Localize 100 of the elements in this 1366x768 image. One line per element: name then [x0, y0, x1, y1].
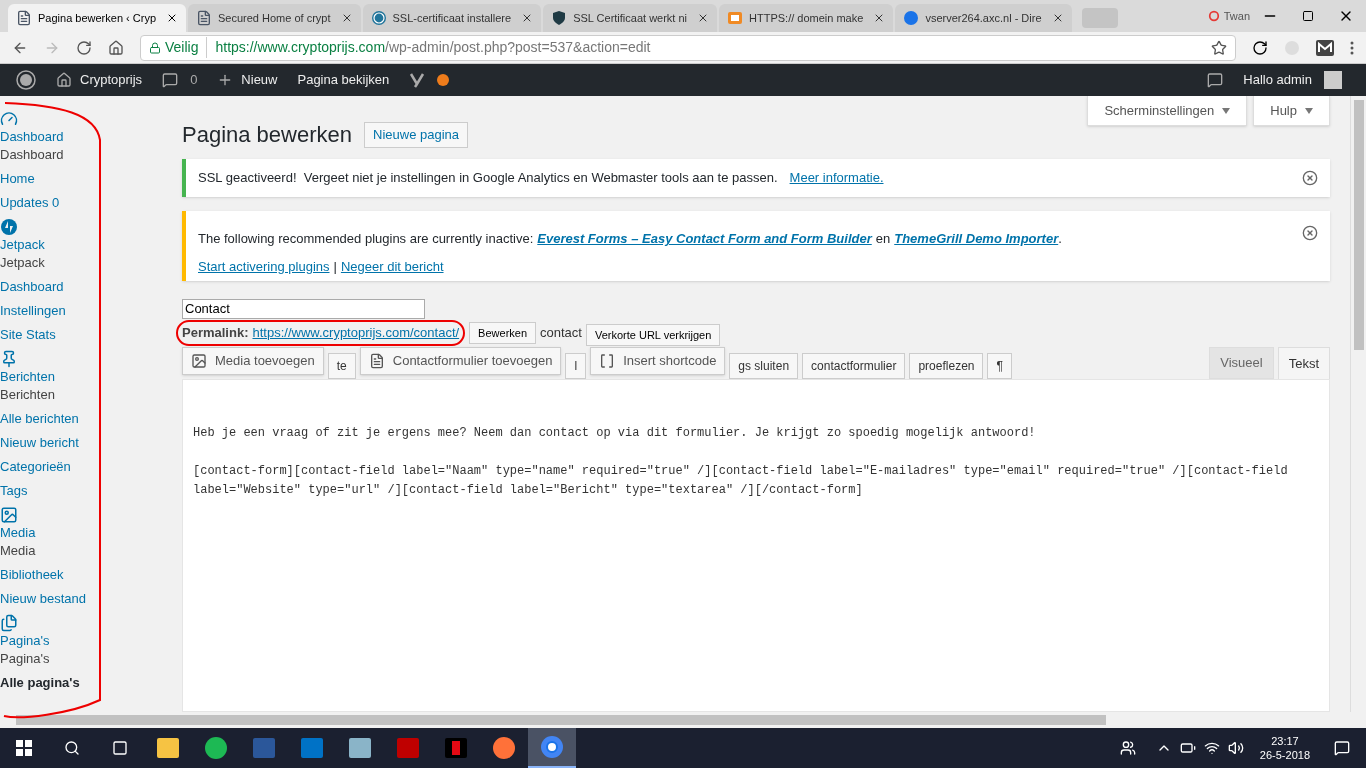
plugin-link[interactable]: ThemeGrill Demo Importer [894, 229, 1059, 249]
caret-icon [1305, 107, 1313, 114]
submenu-item[interactable]: Updates 0 [0, 194, 60, 212]
home-icon[interactable] [108, 39, 124, 56]
media-button[interactable]: Insert shortcode [590, 347, 726, 375]
menu-item[interactable]: Berichten [0, 368, 55, 386]
windows-icon[interactable] [16, 740, 32, 756]
submenu-item[interactable]: Instellingen [0, 302, 66, 320]
menu-item[interactable]: Pagina's [0, 632, 50, 650]
submenu-heading: Jetpack [0, 254, 45, 272]
lock-icon [149, 41, 161, 54]
tab-title: SSL-certificaat installere [392, 10, 512, 26]
browser-tab[interactable]: HTTPS:// domein make [719, 4, 894, 32]
people-icon[interactable] [1119, 740, 1136, 756]
submenu-item[interactable]: Alle pagina's [0, 674, 80, 692]
maximize-icon[interactable] [1302, 10, 1314, 22]
secure-label: Veilig [165, 37, 208, 58]
plugin-link[interactable]: Everest Forms – Easy Contact Form and Form Builder [537, 229, 872, 249]
view-page-link[interactable]: Pagina bekijken [297, 70, 390, 90]
notification-icon[interactable] [1207, 72, 1224, 88]
media-button[interactable]: Contactformulier toevoegen [359, 347, 562, 375]
submenu-item[interactable]: Categorieën [0, 458, 71, 476]
submenu-item[interactable]: Home [0, 170, 35, 188]
brackets-icon [599, 353, 616, 369]
sync-icon[interactable] [1252, 39, 1268, 56]
tab-title: SSL Certificaat werkt ni [573, 10, 688, 26]
separator: | [333, 257, 337, 276]
shortlink-button[interactable]: Verkorte URL verkrijgen [585, 324, 721, 346]
url-text: https://www.cryptoprijs.com/wp-admin/post.php?post=537&action=edit [214, 38, 651, 57]
wordpress-icon[interactable] [16, 70, 36, 90]
add-new-button[interactable]: Nieuwe pagina [364, 121, 469, 148]
site-link[interactable]: Cryptoprijs [80, 70, 143, 90]
close-icon[interactable] [166, 12, 178, 24]
submenu-item[interactable]: Alle berichten [0, 410, 79, 428]
submenu-item[interactable]: Bibliotheek [0, 566, 64, 584]
browser-tab[interactable]: SSL-certificaat installere [362, 4, 542, 32]
notice-link[interactable]: Meer informatie. [789, 168, 884, 188]
vertical-scrollbar[interactable] [1350, 96, 1366, 712]
quicktag-button[interactable]: contactformulier [802, 353, 906, 379]
browser-tab[interactable]: vserver264.axc.nl - Dire [895, 4, 1072, 32]
submenu-heading: Berichten [0, 386, 55, 404]
pages-icon [0, 614, 18, 632]
quicktag-button[interactable]: gs sluiten [729, 353, 799, 379]
menu-item[interactable]: Media [0, 524, 36, 542]
editor-tab[interactable]: Tekst [1277, 347, 1330, 379]
shield-icon [551, 10, 568, 26]
extension-icon[interactable] [1316, 39, 1334, 56]
browser-tab[interactable]: Secured Home of crypt [188, 4, 361, 32]
dismiss-link[interactable]: Negeer dit bericht [340, 256, 444, 276]
quicktag-button[interactable]: l [565, 353, 587, 379]
permalink-url[interactable]: https://www.cryptoprijs.com/contact/ [252, 323, 460, 343]
profile-name: Twan [1223, 8, 1250, 24]
title-field[interactable]: Contact [182, 299, 425, 319]
tab-title: HTTPS:// domein make [749, 10, 864, 26]
browser-tab[interactable]: SSL Certificaat werkt ni [543, 4, 718, 32]
volume-icon[interactable] [1227, 740, 1244, 756]
menu-icon[interactable] [1350, 39, 1354, 56]
submenu-heading: Media [0, 542, 36, 560]
profile-icon[interactable] [1207, 10, 1220, 22]
globe-icon [903, 10, 920, 26]
media-button[interactable]: Media toevoegen [182, 347, 324, 375]
gauge-icon [0, 110, 18, 128]
pin-icon [0, 350, 18, 368]
reload-icon[interactable] [76, 39, 92, 56]
submenu-item[interactable]: Nieuw bestand [0, 590, 86, 608]
taskbar-app[interactable] [528, 728, 576, 768]
wifi-icon[interactable] [1203, 740, 1220, 756]
battery-icon[interactable] [1179, 740, 1196, 756]
notice-text: The following recommended plugins are currently inactive: [198, 230, 534, 248]
dropdown-button[interactable]: Scherminstellingen [1087, 96, 1248, 126]
address-field[interactable]: Veilig https://www.cryptoprijs.com/wp-admin/post.php?post=537&action=edit [140, 34, 1236, 61]
activate-link[interactable]: Start activering plugins [198, 256, 330, 276]
dismiss-icon[interactable] [1302, 225, 1318, 241]
dismiss-icon[interactable] [1302, 170, 1318, 186]
page-title: Pagina bewerken [182, 121, 352, 149]
editor-tab[interactable]: Visueel [1209, 347, 1274, 379]
greeting[interactable]: Hallo admin [1243, 70, 1312, 90]
quicktag-button[interactable]: proeflezen [909, 353, 984, 379]
comment-icon[interactable] [162, 72, 179, 88]
submenu-item[interactable]: Site Stats [0, 326, 56, 344]
quicktag-button[interactable]: ¶ [987, 353, 1012, 379]
dropdown-button[interactable]: Hulp [1253, 96, 1330, 126]
submenu-item[interactable]: Dashboard [0, 278, 64, 296]
yoast-icon[interactable] [409, 72, 426, 88]
quicktag-button[interactable]: te [327, 353, 356, 379]
new-link[interactable]: Nieuw [241, 70, 278, 90]
menu-item[interactable]: Jetpack [0, 236, 45, 254]
edit-button[interactable]: Bewerken [469, 322, 537, 344]
clock[interactable]: 23:17 26-5-2018 [1251, 734, 1318, 762]
task-view-icon[interactable] [112, 740, 128, 756]
browser-tab[interactable]: Pagina bewerken ‹ Cryp [8, 4, 186, 32]
search-icon[interactable] [64, 740, 80, 756]
menu-item[interactable]: Dashboard [0, 128, 64, 146]
editor-paragraph: [contact-form][contact-field label="Naam" type="name" required="true" /][contact-field label="E-mailadres" type="email" required="true" /][contact-field label="Website" type="url" /][contact-field label="Bericht" type="textarea" /][/contact-form] [193, 463, 1289, 499]
submenu-item[interactable]: Tags [0, 482, 28, 500]
bookmark-star-icon[interactable] [1211, 39, 1227, 56]
page-icon [196, 10, 212, 26]
chrome-icon [540, 735, 564, 759]
avatar [1324, 71, 1342, 89]
submenu-item[interactable]: Nieuw bericht [0, 434, 79, 452]
